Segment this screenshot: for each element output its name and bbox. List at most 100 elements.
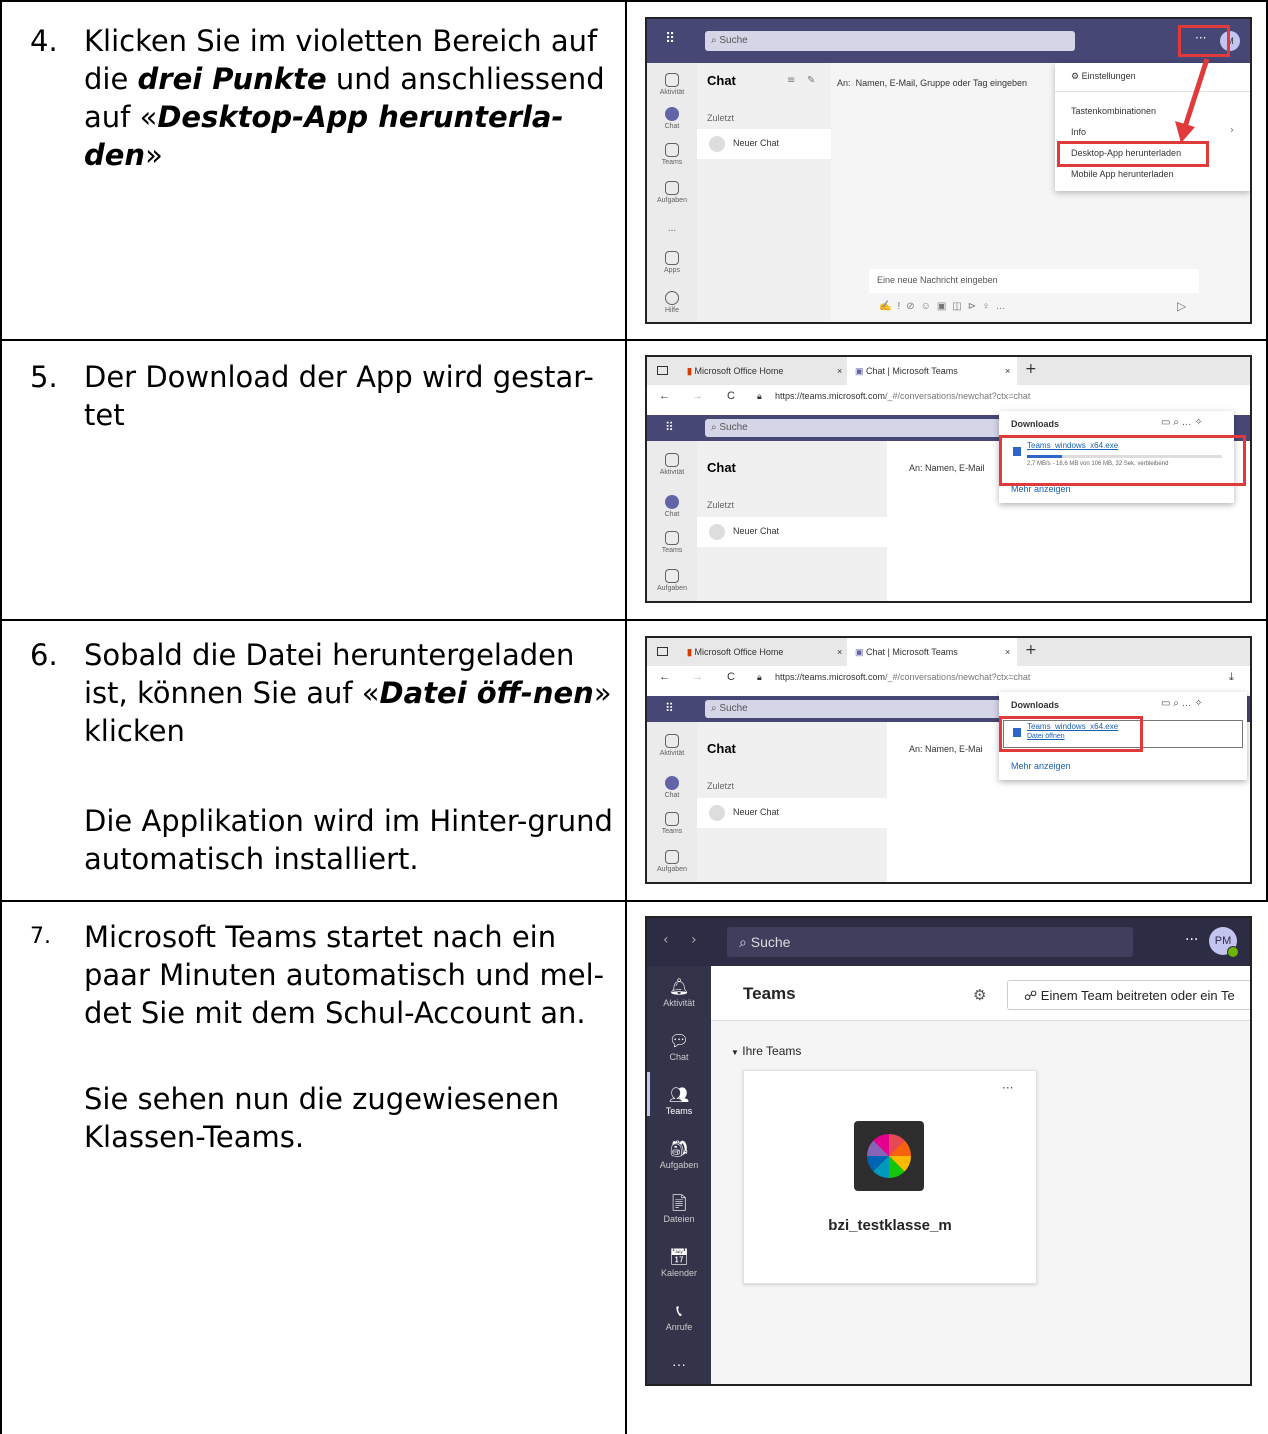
search-input[interactable]: ⌕ Suche xyxy=(705,700,1005,718)
close-icon[interactable]: × xyxy=(837,638,842,666)
download-icon[interactable]: ⤓ xyxy=(1229,666,1234,688)
add-team-icon: ☍ xyxy=(1024,988,1038,1003)
rail-more[interactable]: ... xyxy=(647,223,697,234)
tasks-icon xyxy=(665,569,679,583)
reload-icon[interactable]: C xyxy=(727,385,735,407)
caret-down-icon: ▼ xyxy=(731,1048,739,1057)
rail-item-file[interactable]: 📄︎ Dateien xyxy=(647,1194,711,1224)
back-icon[interactable]: ‹ xyxy=(663,932,669,948)
chevron-right-icon: › xyxy=(1230,125,1234,136)
rail-activity[interactable]: Aktivität xyxy=(647,734,697,757)
menu-info[interactable]: Info xyxy=(1071,127,1086,137)
downloads-actions[interactable]: ▭ ⌕ … ✧ xyxy=(1161,417,1203,428)
new-chat-item[interactable]: Neuer Chat xyxy=(697,798,887,828)
forward-icon[interactable]: → xyxy=(692,385,703,407)
address-bar[interactable]: ← → C 🔒︎ https://teams.microsoft.com/_#/… xyxy=(647,666,1250,688)
office-icon: ▮ xyxy=(687,366,692,376)
menu-settings[interactable]: ⚙ Einstellungen xyxy=(1071,71,1136,82)
search-input[interactable]: ⌕ Suche xyxy=(705,419,1005,437)
step-text: Sobald die Datei heruntergeladen ist, kö… xyxy=(84,638,612,748)
rail-apps[interactable]: Apps xyxy=(647,251,697,274)
tab-office-home[interactable]: ▮ Microsoft Office Home × xyxy=(687,357,847,385)
to-field[interactable]: An: Namen, E-Mail, Gruppe oder Tag einge… xyxy=(837,71,1067,88)
close-icon[interactable]: × xyxy=(837,357,842,385)
back-icon[interactable]: ← xyxy=(659,385,670,407)
card-more-button[interactable]: ··· xyxy=(1002,1081,1013,1095)
rail-tasks[interactable]: Aufgaben xyxy=(647,850,697,873)
rail-teams[interactable]: Teams xyxy=(647,812,697,835)
rail-activity[interactable]: Aktivität xyxy=(647,73,697,96)
forward-icon[interactable]: › xyxy=(691,932,697,948)
new-chat-item[interactable]: Neuer Chat xyxy=(697,517,887,547)
rail-item-bell[interactable]: 🔔︎ Aktivität xyxy=(647,978,711,1008)
step-text: Klicken Sie im violetten Bereich auf die… xyxy=(84,24,605,172)
app-grid-icon[interactable]: ⠿ xyxy=(665,420,674,434)
to-field[interactable]: An: Namen, E-Mai xyxy=(909,744,983,754)
reload-icon[interactable]: C xyxy=(727,666,735,688)
forward-icon[interactable]: → xyxy=(692,666,703,688)
new-chat-icon[interactable]: ✎ xyxy=(807,75,815,86)
join-team-button[interactable]: ☍ Einem Team beitreten oder ein Te xyxy=(1007,980,1250,1010)
rail-item-more[interactable]: ··· xyxy=(647,1356,711,1372)
chat-title: Chat xyxy=(707,73,736,88)
rail-chat[interactable]: Chat xyxy=(647,495,697,518)
menu-shortcuts[interactable]: Tastenkombinationen xyxy=(1071,106,1156,116)
table-row-divider-2 xyxy=(0,619,1268,621)
lock-icon: 🔒︎ xyxy=(757,391,762,401)
new-tab-icon[interactable]: + xyxy=(1025,361,1037,377)
compose-box[interactable]: Eine neue Nachricht eingeben xyxy=(869,269,1199,293)
rail-tasks[interactable]: Aufgaben xyxy=(647,181,697,204)
help-icon xyxy=(665,291,679,305)
teams-icon: 👥︎ xyxy=(668,1087,690,1104)
teams-icon xyxy=(665,143,679,157)
tab-teams-chat[interactable]: ▣ Chat | Microsoft Teams × xyxy=(847,638,1017,666)
downloads-title: Downloads xyxy=(1011,700,1060,710)
send-icon[interactable]: ▷ xyxy=(1177,299,1186,313)
rail-item-chat[interactable]: 💬︎ Chat xyxy=(647,1032,711,1062)
more-options-button[interactable]: ··· xyxy=(1185,932,1198,948)
rail-help[interactable]: Hilfe xyxy=(647,291,697,314)
rail-item-phone[interactable]: 📞︎ Anrufe xyxy=(647,1302,711,1332)
your-teams-label[interactable]: ▼ Ihre Teams xyxy=(731,1044,801,1058)
close-icon[interactable]: × xyxy=(1005,638,1010,666)
team-card[interactable]: ··· bzi_testklasse_m xyxy=(743,1070,1037,1284)
rail-chat[interactable]: Chat xyxy=(647,107,697,130)
gear-icon[interactable]: ⚙ xyxy=(973,986,986,1004)
rail-activity[interactable]: Aktivität xyxy=(647,453,697,476)
new-chat-item[interactable]: Neuer Chat xyxy=(697,129,831,159)
step-note: Sie sehen nun die zugewiesenen Klassen-T… xyxy=(84,1082,560,1154)
rail-teams[interactable]: Teams xyxy=(647,531,697,554)
menu-mobile-app[interactable]: Mobile App herunterladen xyxy=(1071,169,1174,179)
search-input[interactable]: ⌕ Suche xyxy=(727,927,1133,957)
tab-office-home[interactable]: ▮ Microsoft Office Home × xyxy=(687,638,847,666)
gear-icon: ⚙ xyxy=(1071,71,1080,81)
app-grid-icon[interactable]: ⠿ xyxy=(665,31,675,47)
rail-teams[interactable]: Teams xyxy=(647,143,697,166)
rail-chat[interactable]: Chat xyxy=(647,776,697,799)
rail-item-tasks[interactable]: 🎒︎ Aufgaben xyxy=(647,1140,711,1170)
calendar-icon: 📅︎ xyxy=(668,1249,690,1266)
screenshot-teams-desktop: ‹ › ⌕ Suche ··· PM 🔔︎ Aktivität 💬︎ Chat 👥︎ Te… xyxy=(645,916,1252,1386)
new-tab-icon[interactable]: + xyxy=(1025,642,1037,658)
step-number: 7. xyxy=(30,924,51,949)
to-field[interactable]: An: Namen, E-Mail xyxy=(909,463,985,473)
chat-list-pane xyxy=(697,63,831,322)
tab-teams-chat[interactable]: ▣ Chat | Microsoft Teams × xyxy=(847,357,1017,385)
arrow-annotation xyxy=(1175,58,1210,143)
recent-label: Zuletzt xyxy=(707,113,735,123)
table-border-left xyxy=(0,0,2,1434)
close-icon[interactable]: × xyxy=(1005,357,1010,385)
bell-icon xyxy=(665,73,679,87)
app-grid-icon[interactable]: ⠿ xyxy=(665,701,674,715)
more-link[interactable]: Mehr anzeigen xyxy=(1011,761,1071,771)
teams-icon: ▣ xyxy=(855,647,864,657)
page-title: Teams xyxy=(743,984,796,1003)
search-input[interactable]: ⌕ Suche xyxy=(705,31,1075,51)
rail-item-calendar[interactable]: 📅︎ Kalender xyxy=(647,1248,711,1278)
downloads-actions[interactable]: ▭ ⌕ … ✧ xyxy=(1161,698,1203,709)
rail-tasks[interactable]: Aufgaben xyxy=(647,569,697,592)
address-bar[interactable]: ← → C 🔒︎ https://teams.microsoft.com/_#/… xyxy=(647,385,1250,407)
rail-item-teams[interactable]: 👥︎ Teams xyxy=(647,1086,711,1116)
back-icon[interactable]: ← xyxy=(659,666,670,688)
filter-icon[interactable]: ≡ xyxy=(787,75,795,86)
